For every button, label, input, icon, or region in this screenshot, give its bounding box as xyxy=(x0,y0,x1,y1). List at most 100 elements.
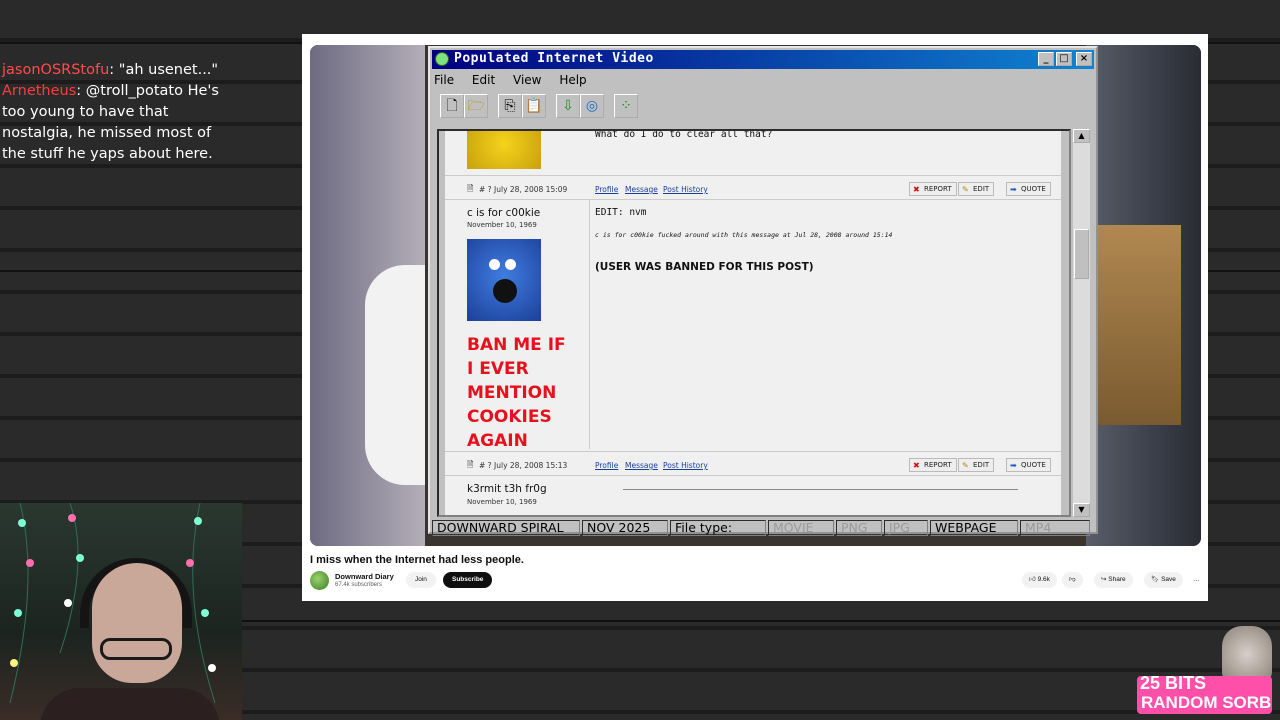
channel-avatar[interactable] xyxy=(310,571,329,590)
post-text: EDIT: nvm xyxy=(595,207,647,218)
join-date: November 10, 1969 xyxy=(467,221,537,229)
retro-window: Populated Internet Video _ □ × File Edit… xyxy=(428,46,1098,536)
menu-bar: File Edit View Help xyxy=(434,73,601,89)
brand-line2: RANDOM SORB xyxy=(1141,693,1272,712)
profile-link[interactable]: Profile xyxy=(595,185,618,194)
menu-help[interactable]: Help xyxy=(559,73,586,87)
divider xyxy=(445,175,1061,176)
dislike-button[interactable]: 👎︎ xyxy=(1062,572,1083,588)
window-title: Populated Internet Video xyxy=(454,51,654,66)
filetype-webpage: WEBPAGE xyxy=(930,520,1018,536)
like-button[interactable]: 👍︎ 9.6k xyxy=(1022,572,1057,588)
divider xyxy=(445,475,1061,476)
copy-icon[interactable]: ⎘ xyxy=(498,94,522,118)
edit-button[interactable]: ✎ EDIT xyxy=(958,458,995,472)
profile-link[interactable]: Profile xyxy=(595,461,618,470)
filetype-movie: MOVIE xyxy=(768,520,834,536)
save-label: Save xyxy=(1161,576,1176,583)
forum-thread: What do I do to clear all that? 🗎 # ? Ju… xyxy=(445,131,1061,515)
divider xyxy=(445,199,1061,200)
cat-mascot-icon xyxy=(1222,626,1272,682)
report-button[interactable]: ✖ REPORT xyxy=(909,182,957,196)
grid-icon[interactable]: ⁘ xyxy=(614,94,638,118)
ban-notice: (USER WAS BANNED FOR THIS POST) xyxy=(595,261,814,273)
webpage-viewport[interactable]: What do I do to clear all that? 🗎 # ? Ju… xyxy=(437,129,1071,517)
divider xyxy=(445,451,1061,452)
chat-message: Arnetheus: @troll_potato He's too young … xyxy=(2,81,232,165)
chat-message: jasonOSRStofu: "ah usenet..." xyxy=(2,60,232,81)
open-folder-icon[interactable]: 🗁 xyxy=(464,94,488,118)
quote-button[interactable]: ➡ QUOTE xyxy=(1006,458,1051,472)
menu-file[interactable]: File xyxy=(434,73,454,87)
join-button[interactable]: Join xyxy=(406,572,436,588)
join-date: November 10, 1969 xyxy=(467,498,537,506)
stream-chat: jasonOSRStofu: "ah usenet..." Arnetheus:… xyxy=(2,60,232,165)
post-icon: 🗎 xyxy=(467,460,474,469)
maximize-button[interactable]: □ xyxy=(1056,52,1072,66)
edit-button[interactable]: ✎ EDIT xyxy=(958,182,995,196)
bookmark-icon: 🔖︎ xyxy=(1151,576,1160,583)
column-divider xyxy=(589,199,590,449)
like-count: 9.6k xyxy=(1037,576,1050,583)
globe-icon[interactable]: ◎ xyxy=(580,94,604,118)
thumbs-up-icon: 👍︎ xyxy=(1029,576,1036,583)
close-button[interactable]: × xyxy=(1076,52,1092,66)
webcam-feed xyxy=(0,503,242,720)
shirt xyxy=(40,688,220,720)
thumbs-down-icon: 👎︎ xyxy=(1069,576,1076,583)
channel-name[interactable]: Downward Diary xyxy=(335,572,394,581)
report-icon: ✖ xyxy=(913,185,920,194)
new-file-icon[interactable]: 🗋 xyxy=(440,94,464,118)
more-options-button[interactable]: … xyxy=(1186,572,1207,588)
chat-text: : "ah usenet..." xyxy=(109,62,219,78)
vertical-scrollbar[interactable]: ▲ ▼ xyxy=(1073,129,1090,517)
chat-username: Arnetheus xyxy=(2,83,77,99)
subscribe-button[interactable]: Subscribe xyxy=(443,572,493,588)
subscriber-count: 67.4k subscribers xyxy=(335,582,383,588)
message-link[interactable]: Message xyxy=(625,185,658,194)
pencil-icon: ✎ xyxy=(962,461,969,470)
post-timestamp: # ? July 28, 2008 15:09 xyxy=(479,185,568,194)
glasses xyxy=(100,638,172,660)
cardboard-box xyxy=(1086,225,1181,425)
filetype-mp4: MP4 xyxy=(1020,520,1090,536)
post-icon: 🗎 xyxy=(467,184,474,193)
minimize-button[interactable]: _ xyxy=(1038,52,1054,66)
post-timestamp: # ? July 28, 2008 15:13 xyxy=(479,461,568,470)
save-button[interactable]: 🔖︎ Save xyxy=(1144,572,1183,588)
paste-icon[interactable]: 📋 xyxy=(522,94,546,118)
video-actions-row: Downward Diary 67.4k subscribers Join Su… xyxy=(310,570,1200,592)
post-history-link[interactable]: Post History xyxy=(663,461,708,470)
share-icon: ↪ xyxy=(1101,576,1107,583)
status-bar: DOWNWARD SPIRAL NOV 2025 File type: MOVI… xyxy=(432,520,1094,536)
post-username[interactable]: k3rmit t3h fr0g xyxy=(467,483,547,495)
scroll-down-icon[interactable]: ▼ xyxy=(1073,503,1090,517)
brand-line1: 25 BITS xyxy=(1140,673,1207,693)
title-bar[interactable]: Populated Internet Video _ □ × xyxy=(432,50,1094,69)
chat-username: jasonOSRStofu xyxy=(2,62,110,78)
post-history-link[interactable]: Post History xyxy=(663,185,708,194)
message-link[interactable]: Message xyxy=(625,461,658,470)
avatar-yellow-bird xyxy=(467,131,541,169)
post-username[interactable]: c is for c00kie xyxy=(467,207,540,219)
scroll-thumb[interactable] xyxy=(1074,229,1089,279)
user-signature: BAN ME IF I EVER MENTION COOKIES AGAIN xyxy=(467,335,566,451)
video-frame[interactable]: Populated Internet Video _ □ × File Edit… xyxy=(310,45,1201,546)
scroll-up-icon[interactable]: ▲ xyxy=(1073,129,1090,143)
report-button[interactable]: ✖ REPORT xyxy=(909,458,957,472)
avatar-blue-monster xyxy=(467,239,541,321)
menu-view[interactable]: View xyxy=(513,73,541,87)
share-button[interactable]: ↪ Share xyxy=(1094,572,1133,588)
video-title: I miss when the Internet had less people… xyxy=(310,554,524,566)
cartoon-figure xyxy=(365,265,425,485)
status-channel: DOWNWARD SPIRAL xyxy=(432,520,580,536)
download-icon[interactable]: ⇩ xyxy=(556,94,580,118)
filetype-jpg: JPG xyxy=(884,520,928,536)
quote-button[interactable]: ➡ QUOTE xyxy=(1006,182,1051,196)
menu-edit[interactable]: Edit xyxy=(472,73,495,87)
share-label: Share xyxy=(1108,576,1126,583)
report-icon: ✖ xyxy=(913,461,920,470)
divider xyxy=(623,489,1018,490)
streamer-head xyxy=(92,563,182,683)
edit-note: c is for c00kie fucked around with this … xyxy=(595,231,893,239)
